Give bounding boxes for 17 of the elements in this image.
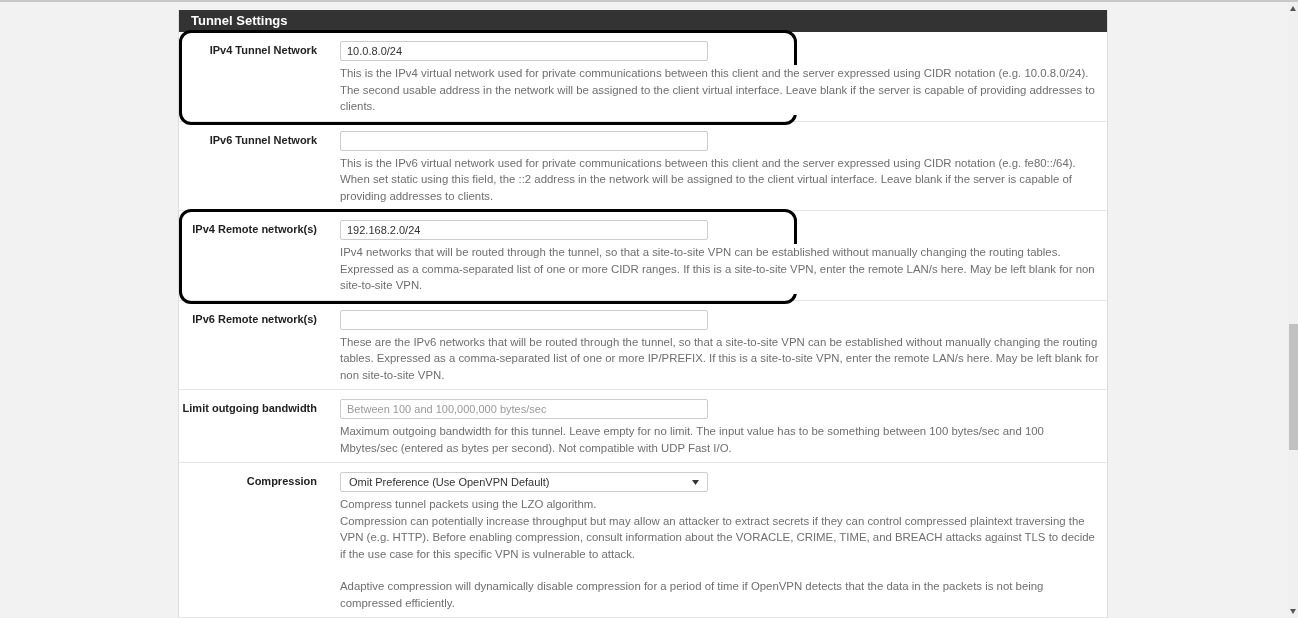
field-label: IPv4 Tunnel Network xyxy=(208,43,317,58)
input-field[interactable] xyxy=(340,309,708,330)
field-label: Compression xyxy=(245,474,317,489)
scroll-up-icon[interactable] xyxy=(1290,6,1296,11)
caret-icon xyxy=(692,479,699,485)
input-field[interactable]: 192.168.2.0/24 xyxy=(340,220,708,240)
scrollbar-thumb[interactable] xyxy=(1289,324,1298,450)
input-field[interactable] xyxy=(340,130,708,151)
field-label: IPv4 Remote network(s) xyxy=(191,222,317,237)
section-header: Tunnel Settings xyxy=(179,10,1107,32)
scroll-down-icon[interactable] xyxy=(1290,609,1296,614)
input-field[interactable]: 10.0.8.0/24 xyxy=(340,41,708,61)
field-label: Limit outgoing bandwidth xyxy=(181,401,317,416)
field-label: IPv6 Remote network(s) xyxy=(191,311,317,327)
input-field[interactable]: Between 100 and 100,000,000 bytes/sec xyxy=(340,399,708,419)
select-dropdown[interactable]: Omit Preference (Use OpenVPN Default) xyxy=(340,472,708,492)
field-label: IPv6 Tunnel Network xyxy=(208,132,317,148)
